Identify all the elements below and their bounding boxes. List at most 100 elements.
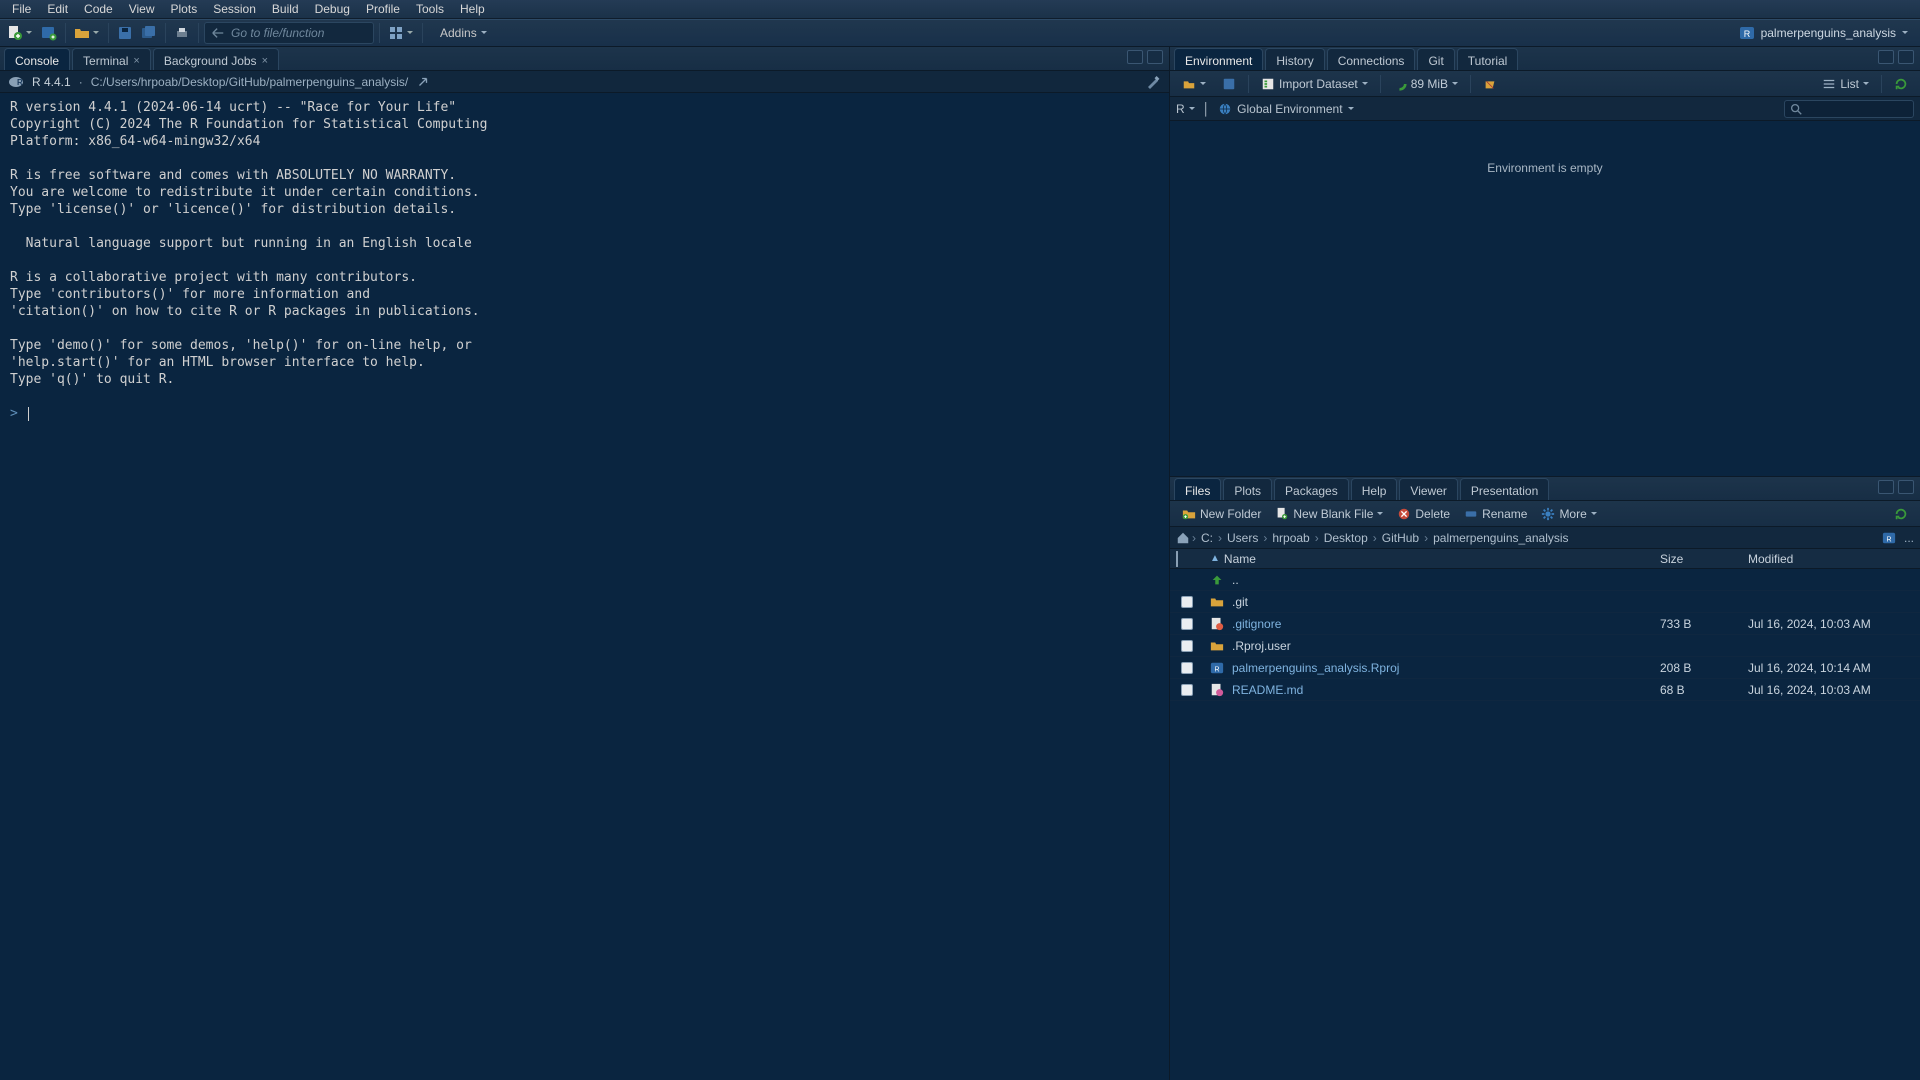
scope-language-dropdown[interactable]: R [1176,102,1195,116]
console-output[interactable]: R version 4.4.1 (2024-06-14 ucrt) -- "Ra… [0,93,1169,1080]
clear-environment-button[interactable] [1477,74,1503,94]
main-toolbar: Go to file/function Addins R palmerpengu… [0,19,1920,47]
breadcrumb-segment[interactable]: GitHub [1379,531,1422,545]
maximize-pane-button[interactable] [1898,50,1914,64]
tab-presentation[interactable]: Presentation [1460,478,1549,500]
menu-file[interactable]: File [4,0,39,18]
file-row[interactable]: .gitignore733 BJul 16, 2024, 10:03 AM [1170,613,1920,635]
goto-file-function-input[interactable]: Go to file/function [204,22,374,44]
file-row[interactable]: .git [1170,591,1920,613]
close-icon[interactable]: × [262,55,268,67]
menu-edit[interactable]: Edit [39,0,76,18]
tab-label: Environment [1185,54,1252,68]
clear-console-button[interactable] [1145,74,1161,90]
close-icon[interactable]: × [133,55,139,67]
tab-history[interactable]: History [1265,48,1324,70]
file-icon [1210,573,1224,587]
minimize-pane-button[interactable] [1878,50,1894,64]
menu-code[interactable]: Code [76,0,121,18]
file-name-cell[interactable]: .gitignore [1204,617,1654,631]
new-folder-button[interactable]: New Folder [1176,504,1267,524]
new-file-button[interactable] [4,22,26,44]
tab-files[interactable]: Files [1174,478,1221,500]
save-all-button[interactable] [138,22,160,44]
import-dataset-button[interactable]: Import Dataset [1255,74,1374,94]
select-all-checkbox[interactable] [1170,552,1204,566]
new-project-button[interactable] [38,22,60,44]
column-header-size[interactable]: Size [1654,552,1742,566]
popout-icon[interactable] [416,75,430,89]
file-name-cell[interactable]: Rpalmerpenguins_analysis.Rproj [1204,661,1654,675]
load-workspace-button[interactable] [1176,74,1212,94]
tab-git[interactable]: Git [1417,48,1454,70]
menu-tools[interactable]: Tools [408,0,452,18]
breadcrumb-segment[interactable]: palmerpenguins_analysis [1430,531,1571,545]
memory-usage-button[interactable]: 89 MiB [1387,74,1464,94]
maximize-pane-button[interactable] [1898,480,1914,494]
tab-plots[interactable]: Plots [1223,478,1272,500]
breadcrumb-segment[interactable]: Users [1224,531,1261,545]
file-name: palmerpenguins_analysis.Rproj [1232,661,1399,675]
home-icon[interactable] [1176,531,1190,545]
environment-search-input[interactable] [1784,100,1914,118]
breadcrumb-segment[interactable]: C: [1198,531,1216,545]
file-row[interactable]: .Rproj.user [1170,635,1920,657]
rename-button[interactable]: Rename [1458,504,1533,524]
view-mode-dropdown[interactable]: List [1816,74,1875,94]
open-file-button[interactable] [71,22,93,44]
refresh-files-button[interactable] [1888,504,1914,524]
breadcrumb-more-button[interactable]: ... [1898,531,1914,545]
tab-viewer[interactable]: Viewer [1399,478,1457,500]
addins-dropdown[interactable]: Addins [434,23,493,43]
row-checkbox[interactable] [1170,596,1204,608]
refresh-environment-button[interactable] [1888,74,1914,94]
new-blank-file-button[interactable]: New Blank File [1269,504,1389,524]
column-header-modified[interactable]: Modified [1742,552,1920,566]
column-header-name[interactable]: ▲ Name [1204,552,1654,566]
menu-plots[interactable]: Plots [163,0,206,18]
tab-tutorial[interactable]: Tutorial [1457,48,1519,70]
maximize-pane-button[interactable] [1147,50,1163,64]
file-name-cell[interactable]: .. [1204,573,1654,587]
more-button[interactable]: More [1535,504,1602,524]
row-checkbox[interactable] [1170,662,1204,674]
file-name-cell[interactable]: README.md [1204,683,1654,697]
breadcrumb-segment[interactable]: hrpoab [1269,531,1312,545]
file-name-cell[interactable]: .git [1204,595,1654,609]
tab-packages[interactable]: Packages [1274,478,1349,500]
file-name-cell[interactable]: .Rproj.user [1204,639,1654,653]
row-checkbox[interactable] [1170,618,1204,630]
menu-profile[interactable]: Profile [358,0,408,18]
r-project-shortcut-icon[interactable]: R [1882,531,1896,545]
menu-build[interactable]: Build [264,0,307,18]
row-checkbox[interactable] [1170,640,1204,652]
row-checkbox[interactable] [1170,684,1204,696]
delete-button[interactable]: Delete [1391,504,1456,524]
working-directory[interactable]: C:/Users/hrpoab/Desktop/GitHub/palmerpen… [91,75,409,89]
save-button[interactable] [114,22,136,44]
tab-background-jobs[interactable]: Background Jobs× [153,48,279,70]
minimize-pane-button[interactable] [1878,480,1894,494]
file-row[interactable]: Rpalmerpenguins_analysis.Rproj208 BJul 1… [1170,657,1920,679]
menu-view[interactable]: View [121,0,163,18]
breadcrumb-segment[interactable]: Desktop [1321,531,1371,545]
file-row[interactable]: README.md68 BJul 16, 2024, 10:03 AM [1170,679,1920,701]
environment-pane: Environment HistoryConnectionsGitTutorial… [1170,47,1920,477]
scope-environment-dropdown[interactable]: Global Environment [1218,102,1353,116]
tab-terminal[interactable]: Terminal× [72,48,151,70]
tools-button[interactable] [385,22,407,44]
save-workspace-button[interactable] [1216,74,1242,94]
file-row[interactable]: .. [1170,569,1920,591]
menu-debug[interactable]: Debug [307,0,358,18]
project-selector[interactable]: R palmerpenguins_analysis [1731,22,1916,44]
minimize-pane-button[interactable] [1127,50,1143,64]
file-name: .git [1232,595,1248,609]
menu-help[interactable]: Help [452,0,493,18]
files-list: .. .git .gitignore733 BJul 16, 2024, 10:03… [1170,569,1920,1080]
tab-help[interactable]: Help [1351,478,1398,500]
tab-console[interactable]: Console [4,48,70,70]
tab-connections[interactable]: Connections [1327,48,1416,70]
tab-environment[interactable]: Environment [1174,48,1263,70]
menu-session[interactable]: Session [205,0,264,18]
print-button[interactable] [171,22,193,44]
